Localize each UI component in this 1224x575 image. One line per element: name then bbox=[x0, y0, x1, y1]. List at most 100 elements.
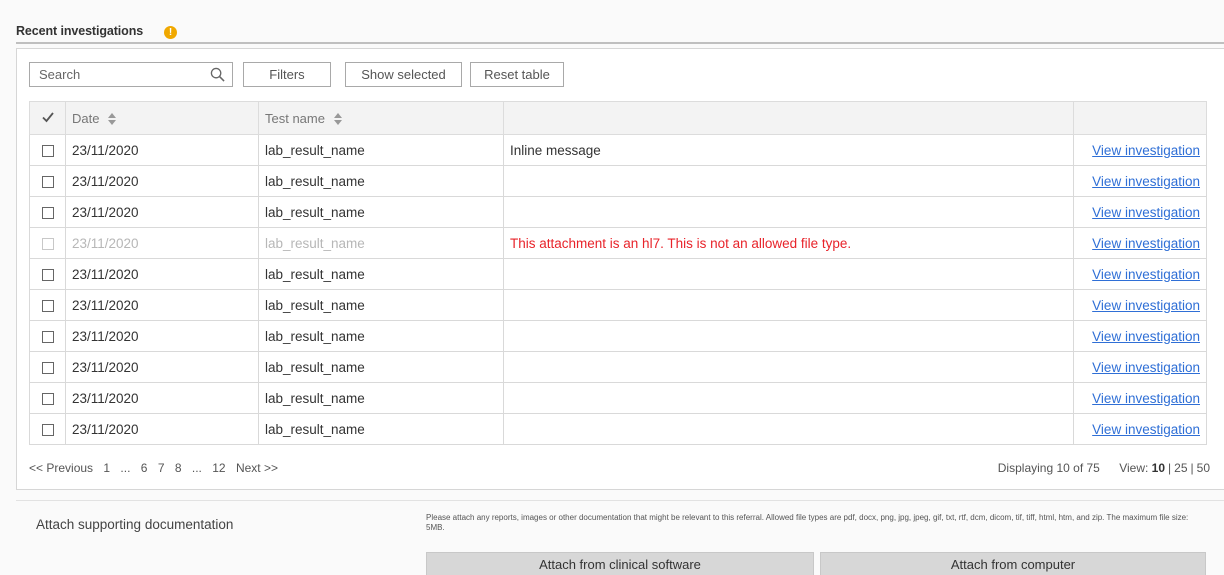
section-header: Recent investigations ! bbox=[16, 22, 1224, 44]
row-test-name: lab_result_name bbox=[258, 165, 504, 197]
attach-help-text: Please attach any reports, images or oth… bbox=[426, 513, 1189, 532]
row-checkbox-cell bbox=[29, 382, 66, 414]
select-all-header[interactable] bbox=[29, 101, 66, 135]
row-checkbox bbox=[41, 237, 54, 250]
test-name-header-label: Test name bbox=[265, 110, 325, 126]
attach-section-label: Attach supporting documentation bbox=[36, 517, 234, 532]
table-row: 23/11/2020 lab_result_name View investigat… bbox=[29, 289, 1207, 321]
displaying-count: Displaying 10 of 75 bbox=[997, 461, 1100, 475]
view-investigation-link[interactable]: View investigation bbox=[1092, 205, 1200, 220]
attach-from-clinical-software-button[interactable]: Attach from clinical software bbox=[426, 552, 814, 575]
row-action-cell: View investigation bbox=[1073, 382, 1207, 414]
row-date: 23/11/2020 bbox=[65, 382, 259, 414]
row-message bbox=[503, 382, 1074, 414]
row-checkbox-cell bbox=[29, 196, 66, 228]
table-row: 23/11/2020 lab_result_name View investigat… bbox=[29, 165, 1207, 197]
filters-button[interactable]: Filters bbox=[243, 62, 331, 87]
row-message bbox=[503, 413, 1074, 445]
row-action-cell: View investigation bbox=[1073, 351, 1207, 383]
view-investigation-link[interactable]: View investigation bbox=[1092, 143, 1200, 158]
view-investigation-link[interactable]: View investigation bbox=[1092, 298, 1200, 313]
next-page-link[interactable]: Next >> bbox=[236, 461, 278, 475]
row-checkbox[interactable] bbox=[41, 330, 54, 343]
row-date: 23/11/2020 bbox=[65, 227, 259, 259]
page-8-link[interactable]: 8 bbox=[175, 461, 182, 475]
row-test-name: lab_result_name bbox=[258, 196, 504, 228]
view-investigation-link[interactable]: View investigation bbox=[1092, 422, 1200, 437]
page-ellipsis: ... bbox=[120, 461, 131, 475]
page-1-link[interactable]: 1 bbox=[103, 461, 110, 475]
view-investigation-link[interactable]: View investigation bbox=[1092, 391, 1200, 406]
page-ellipsis: ... bbox=[191, 461, 202, 475]
table-row: 23/11/2020 lab_result_name This attachment… bbox=[29, 227, 1207, 259]
checkmark-icon[interactable] bbox=[41, 110, 55, 124]
row-action-cell: View investigation bbox=[1073, 289, 1207, 321]
row-checkbox[interactable] bbox=[41, 175, 54, 188]
pagination: << Previous 1 ... 6 7 8 ... 12 Next >> bbox=[29, 461, 285, 475]
table-status: Displaying 10 of 75 View: 10 | 25 | 50 bbox=[997, 461, 1210, 475]
row-checkbox-cell bbox=[29, 258, 66, 290]
sort-icon[interactable] bbox=[108, 113, 117, 126]
row-action-cell: View investigation bbox=[1073, 165, 1207, 197]
view-investigation-link[interactable]: View investigation bbox=[1092, 174, 1200, 189]
search-icon[interactable] bbox=[210, 67, 225, 82]
view-investigation-link[interactable]: View investigation bbox=[1092, 267, 1200, 282]
row-date: 23/11/2020 bbox=[65, 320, 259, 352]
page-6-link[interactable]: 6 bbox=[141, 461, 148, 475]
search-input[interactable] bbox=[30, 63, 200, 86]
row-checkbox[interactable] bbox=[41, 423, 54, 436]
row-action-cell: View investigation bbox=[1073, 413, 1207, 445]
date-header-label: Date bbox=[72, 110, 100, 126]
attach-from-computer-button[interactable]: Attach from computer bbox=[820, 552, 1206, 575]
page-12-link[interactable]: 12 bbox=[212, 461, 225, 475]
table-row: 23/11/2020 lab_result_name View investigat… bbox=[29, 320, 1207, 352]
row-checkbox[interactable] bbox=[41, 206, 54, 219]
row-checkbox[interactable] bbox=[41, 299, 54, 312]
sort-icon[interactable] bbox=[333, 113, 342, 126]
show-selected-button[interactable]: Show selected bbox=[345, 62, 462, 87]
row-checkbox[interactable] bbox=[41, 361, 54, 374]
row-checkbox-cell bbox=[29, 413, 66, 445]
section-title: Recent investigations bbox=[16, 24, 144, 38]
view-investigation-link[interactable]: View investigation bbox=[1092, 360, 1200, 375]
row-test-name: lab_result_name bbox=[258, 382, 504, 414]
row-message bbox=[503, 196, 1074, 228]
message-column-header bbox=[503, 101, 1074, 135]
row-action-cell: View investigation bbox=[1073, 320, 1207, 352]
row-test-name: lab_result_name bbox=[258, 258, 504, 290]
row-message: Inline message bbox=[503, 134, 1074, 166]
row-action-cell: View investigation bbox=[1073, 258, 1207, 290]
table-row: 23/11/2020 lab_result_name View investigat… bbox=[29, 351, 1207, 383]
view-investigation-link[interactable]: View investigation bbox=[1092, 329, 1200, 344]
row-action-cell: View investigation bbox=[1073, 227, 1207, 259]
row-test-name: lab_result_name bbox=[258, 227, 504, 259]
row-date: 23/11/2020 bbox=[65, 351, 259, 383]
row-checkbox-cell bbox=[29, 351, 66, 383]
date-column-header[interactable]: Date bbox=[65, 101, 259, 135]
row-date: 23/11/2020 bbox=[65, 196, 259, 228]
reset-table-button[interactable]: Reset table bbox=[470, 62, 564, 87]
row-action-cell: View investigation bbox=[1073, 196, 1207, 228]
investigations-panel: Filters Show selected Reset table Date bbox=[16, 48, 1224, 490]
row-checkbox-cell bbox=[29, 134, 66, 166]
row-message bbox=[503, 320, 1074, 352]
view-size-10[interactable]: 10 bbox=[1152, 461, 1165, 475]
previous-page-link[interactable]: << Previous bbox=[29, 461, 93, 475]
table-row: 23/11/2020 lab_result_name View investigat… bbox=[29, 382, 1207, 414]
view-investigation-link[interactable]: View investigation bbox=[1092, 236, 1200, 251]
row-action-cell: View investigation bbox=[1073, 134, 1207, 166]
row-error-message: This attachment is an hl7. This is not a… bbox=[503, 227, 1074, 259]
action-column-header bbox=[1073, 101, 1207, 135]
info-icon[interactable]: ! bbox=[164, 26, 177, 39]
row-checkbox[interactable] bbox=[41, 268, 54, 281]
row-checkbox[interactable] bbox=[41, 144, 54, 157]
row-test-name: lab_result_name bbox=[258, 413, 504, 445]
view-size-25[interactable]: 25 bbox=[1174, 461, 1187, 475]
row-message bbox=[503, 289, 1074, 321]
view-size-50[interactable]: 50 bbox=[1197, 461, 1210, 475]
page-7-link[interactable]: 7 bbox=[158, 461, 165, 475]
row-checkbox[interactable] bbox=[41, 392, 54, 405]
test-name-column-header[interactable]: Test name bbox=[258, 101, 504, 135]
row-date: 23/11/2020 bbox=[65, 134, 259, 166]
row-message bbox=[503, 165, 1074, 197]
